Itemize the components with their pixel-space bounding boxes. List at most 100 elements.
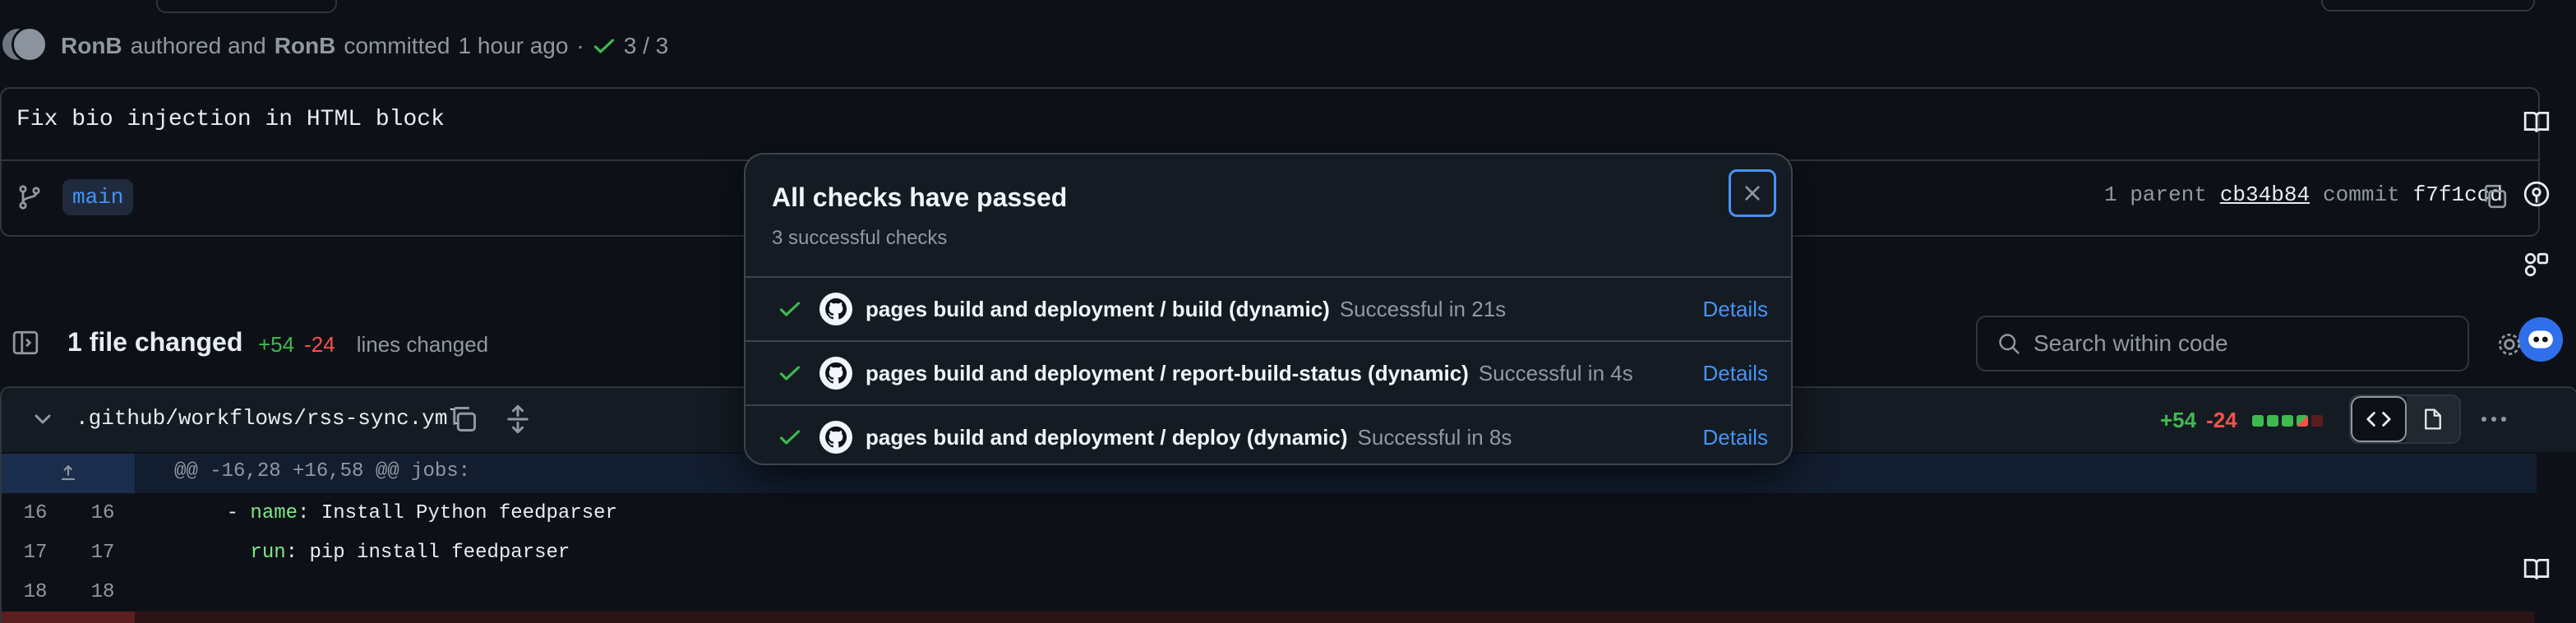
check-icon (778, 426, 803, 449)
copilot-icon[interactable] (2518, 317, 2563, 362)
apps-icon[interactable] (2517, 245, 2556, 284)
diff-line: 17 17 run: pip install feedparser (2, 533, 2537, 572)
gear-icon[interactable] (2495, 330, 2520, 358)
old-line-number[interactable]: 17 (2, 542, 69, 564)
broadcast-icon[interactable] (2517, 174, 2556, 214)
author-link[interactable]: RonB (61, 33, 122, 59)
file-deletions: -24 (2206, 408, 2237, 432)
check-row: pages build and deployment / report-buil… (746, 340, 1791, 404)
checks-modal: All checks have passed 3 successful chec… (744, 153, 1793, 465)
diffstat-block (2296, 414, 2308, 427)
diffstat-block (2311, 414, 2323, 427)
lines-changed-label: lines changed (356, 332, 489, 357)
check-status: Successful in 8s (1357, 424, 1512, 450)
file-additions: +54 (2160, 408, 2197, 432)
diffstat-block (2251, 414, 2264, 427)
sidebar-toggle-icon[interactable] (12, 329, 39, 357)
old-line-number[interactable]: 18 (2, 581, 69, 603)
commit-label: commit (2323, 182, 2400, 207)
details-link[interactable]: Details (1703, 361, 1768, 386)
search-within-code-input[interactable]: Search within code (1976, 316, 2469, 371)
diffstat-block (2266, 414, 2278, 427)
check-row: pages build and deployment / build (dyna… (746, 276, 1791, 340)
more-options-icon[interactable] (2476, 406, 2512, 432)
code-content: - name: Install Python feedparser (136, 502, 617, 524)
expand-up-button[interactable] (2, 454, 135, 493)
parent-hash-link[interactable]: cb34b84 (2220, 182, 2310, 207)
new-line-number[interactable]: 16 (69, 502, 136, 524)
book-icon[interactable] (2517, 102, 2556, 141)
new-line-number[interactable]: 18 (69, 581, 136, 603)
branch-tag[interactable]: main (62, 179, 134, 215)
commit-message: Fix bio injection in HTML block (16, 107, 445, 132)
github-icon (819, 357, 852, 390)
modal-subtitle: 3 successful checks (772, 227, 948, 249)
close-icon (1745, 186, 1760, 201)
view-toggle (2349, 395, 2461, 444)
top-right-button[interactable] (2321, 0, 2535, 12)
copy-icon[interactable] (2481, 182, 2509, 210)
expand-up-icon (61, 465, 76, 481)
github-icon (819, 293, 852, 325)
additions-count: +54 (258, 332, 295, 357)
committer-link[interactable]: RonB (275, 33, 336, 59)
search-icon (1999, 334, 2020, 354)
parent-label: 1 parent (2104, 182, 2207, 207)
check-name: pages build and deployment / build (dyna… (866, 296, 1330, 321)
separator-dot: · (576, 33, 584, 58)
code-value: : Install Python feedparser (298, 501, 617, 524)
checks-count: 3 / 3 (623, 33, 669, 58)
authored-text: authored and (130, 33, 266, 58)
deleted-line-gutter (2, 611, 135, 623)
code-indent: - (179, 501, 251, 524)
diff-line: 16 16 - name: Install Python feedparser (2, 493, 2537, 533)
search-placeholder: Search within code (2034, 330, 2228, 356)
top-toolbar-pill[interactable] (156, 0, 337, 13)
checks-status-button[interactable]: 3 / 3 (593, 33, 668, 59)
file-icon (2425, 408, 2441, 430)
check-status: Successful in 21s (1339, 296, 1507, 321)
code-content: run: pip install feedparser (136, 542, 570, 564)
file-stats: +54 -24 (2160, 408, 2323, 433)
copy-icon[interactable] (449, 404, 478, 434)
diffstat-block (2281, 414, 2293, 427)
code-icon (2366, 412, 2391, 427)
author-avatars[interactable] (0, 26, 58, 62)
close-button[interactable] (1729, 169, 1776, 217)
chevron-down-icon[interactable] (30, 406, 56, 432)
check-icon (778, 298, 803, 321)
details-link[interactable]: Details (1703, 425, 1768, 450)
commit-author-line: RonB authored and RonB committed 1 hour … (61, 30, 668, 62)
git-branch-icon (19, 185, 40, 210)
github-icon (819, 421, 852, 454)
expand-all-icon[interactable] (503, 404, 533, 434)
check-icon (593, 39, 614, 53)
old-line-number[interactable]: 16 (2, 502, 69, 524)
diffstat-bar (2251, 414, 2323, 427)
code-key: name (250, 501, 298, 524)
check-name: pages build and deployment / deploy (dyn… (866, 424, 1348, 450)
new-line-number[interactable]: 17 (69, 542, 136, 564)
deletions-count: -24 (304, 332, 335, 357)
deleted-line (135, 611, 2535, 623)
files-changed-count: 1 file changed (67, 327, 243, 357)
commit-time: 1 hour ago (458, 33, 569, 58)
diff-summary: +54 -24 lines changed (258, 332, 488, 358)
modal-title: All checks have passed (772, 182, 1068, 212)
check-status: Successful in 4s (1478, 360, 1633, 385)
file-path[interactable]: .github/workflows/rss-sync.yml (76, 406, 460, 431)
hunk-header: @@ -16,28 +16,58 @@ jobs: (174, 460, 471, 482)
diff-line: 18 18 (2, 572, 2537, 611)
committed-text: committed (344, 33, 450, 58)
parent-info: 1 parent cb34b84 commit f7f1ccd (2104, 182, 2503, 207)
check-icon (778, 362, 803, 385)
check-row: pages build and deployment / deploy (dyn… (746, 404, 1791, 464)
code-view-button[interactable] (2351, 396, 2407, 442)
check-name: pages build and deployment / report-buil… (866, 360, 1469, 385)
avatar[interactable] (12, 26, 48, 62)
file-view-button[interactable] (2407, 396, 2459, 442)
details-link[interactable]: Details (1703, 297, 1768, 322)
code-key: run (250, 541, 286, 564)
code-value: : pip install feedparser (285, 541, 570, 564)
